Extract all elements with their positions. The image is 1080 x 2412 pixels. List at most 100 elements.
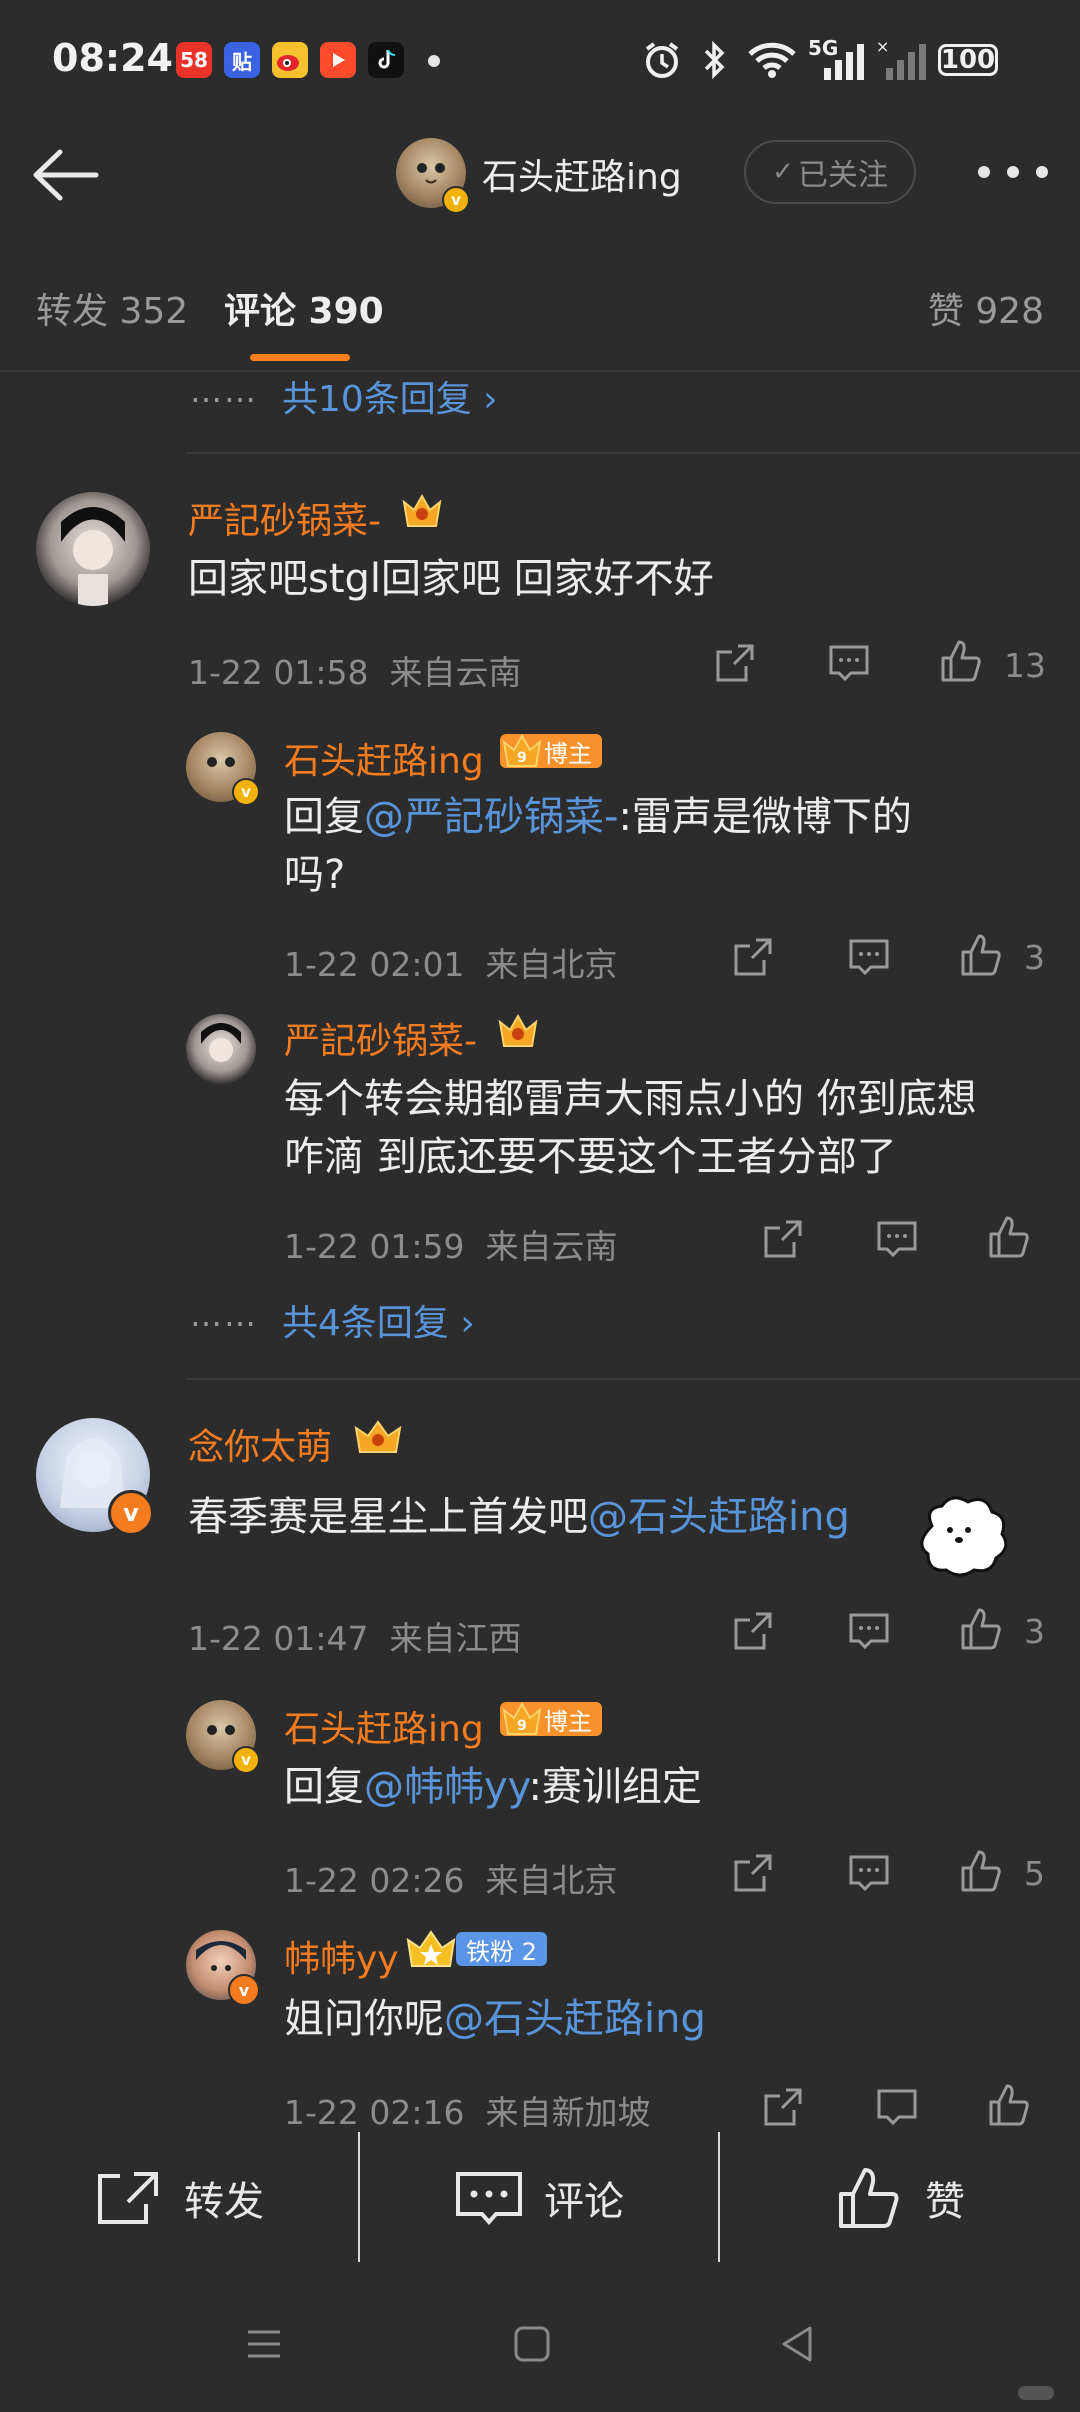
- comment-icon[interactable]: [874, 1216, 920, 1262]
- verified-badge-icon: v: [228, 1974, 260, 2006]
- header-title[interactable]: 石头赶路ing: [482, 148, 682, 200]
- share-icon[interactable]: [730, 934, 776, 980]
- 58-app-icon: 58: [176, 42, 212, 78]
- like-icon[interactable]: [958, 1606, 1004, 1652]
- svg-text:×: ×: [876, 38, 889, 56]
- like-icon[interactable]: [958, 932, 1004, 978]
- like-count: 13: [1004, 646, 1046, 685]
- svg-text:9: 9: [517, 1718, 527, 1734]
- like-button[interactable]: 赞: [720, 2128, 1080, 2268]
- reply-username[interactable]: 严記砂锅菜-: [284, 1012, 477, 1064]
- reply-time: 1-22 01:59 来自云南: [284, 1227, 618, 1266]
- blogger-badge: 9 博主: [500, 733, 602, 768]
- svg-text:9: 9: [517, 750, 527, 766]
- back-nav-icon[interactable]: [778, 2324, 818, 2364]
- battery-icon: 100: [938, 44, 998, 76]
- crown-badge-icon: [400, 490, 444, 530]
- back-button[interactable]: [28, 142, 108, 208]
- share-icon[interactable]: [730, 1850, 776, 1896]
- white-dog-sticker-icon: [920, 1496, 1008, 1577]
- mention-link[interactable]: @石头赶路ing: [444, 1996, 706, 2042]
- signal-5g-icon: 5G: [808, 36, 872, 84]
- comment-button[interactable]: 评论: [360, 2128, 718, 2268]
- reply-username[interactable]: 帏帏yy: [284, 1930, 399, 1982]
- comment-icon[interactable]: [846, 934, 892, 980]
- menu-nav-icon[interactable]: [244, 2324, 284, 2364]
- crown-badge-icon: [404, 1926, 458, 1970]
- crown-badge-icon: [496, 1010, 540, 1050]
- comment-text: 春季赛是星尘上首发吧@石头赶路ing: [188, 1494, 850, 1540]
- verified-badge-icon: v: [232, 1746, 260, 1774]
- active-tab-indicator: [250, 354, 350, 361]
- clipped-row: 1-22 02:16 来自新加坡: [0, 2080, 1080, 2128]
- alarm-icon: [640, 36, 684, 84]
- crown-badge-icon: 9: [502, 733, 542, 767]
- mention-link[interactable]: @石头赶路ing: [588, 1494, 850, 1540]
- mention-link[interactable]: @严記砂锅菜-: [364, 794, 618, 840]
- like-icon[interactable]: [938, 638, 984, 684]
- comment-avatar[interactable]: [36, 492, 150, 606]
- status-bar: 08:24 58 贴 5G × 100: [0, 0, 1080, 120]
- like-icon[interactable]: [986, 1214, 1032, 1260]
- tab-like[interactable]: 赞 928: [928, 282, 1044, 334]
- chevron-right-icon: ›: [460, 1303, 475, 1344]
- check-icon: ✓: [772, 157, 794, 187]
- crown-badge-icon: [352, 1416, 402, 1456]
- verified-badge-icon: v: [232, 778, 260, 806]
- home-nav-icon[interactable]: [512, 2324, 552, 2364]
- crown-badge-icon: 9: [502, 1701, 542, 1735]
- mention-link[interactable]: @帏帏yy: [364, 1764, 528, 1810]
- status-time: 08:24: [52, 36, 173, 80]
- more-dots: ……: [190, 372, 258, 410]
- comment-time: 1-22 01:47 来自江西: [188, 1619, 522, 1658]
- notification-dot-icon: [428, 55, 440, 67]
- iron-fan-badge: 铁粉 2: [456, 1932, 547, 1966]
- comment-icon[interactable]: [846, 1850, 892, 1896]
- more-replies-link[interactable]: 共10条回复 ›: [282, 370, 498, 422]
- comment-username[interactable]: 念你太萌: [188, 1418, 332, 1470]
- verified-badge-icon: v: [108, 1490, 154, 1536]
- like-icon[interactable]: [958, 1848, 1004, 1894]
- video-app-icon: [320, 42, 356, 78]
- comment-icon[interactable]: [874, 2084, 920, 2128]
- tiktok-app-icon: [368, 42, 404, 78]
- wifi-icon: [744, 36, 800, 84]
- chevron-right-icon: ›: [483, 379, 498, 420]
- like-icon[interactable]: [986, 2082, 1032, 2128]
- weibo-app-icon: [272, 42, 308, 78]
- share-icon[interactable]: [730, 1608, 776, 1654]
- tab-comment[interactable]: 评论 390: [224, 282, 384, 334]
- bluetooth-icon: [696, 36, 732, 84]
- signal-sim2-icon: ×: [876, 36, 928, 84]
- like-icon: [839, 2168, 899, 2228]
- comment-icon[interactable]: [826, 640, 872, 686]
- share-icon[interactable]: [760, 1216, 806, 1262]
- comment-time: 1-22 01:58 来自云南: [188, 653, 522, 692]
- like-count: 3: [1024, 1612, 1045, 1651]
- comment-icon[interactable]: [846, 1608, 892, 1654]
- reply-username[interactable]: 石头赶路ing: [284, 732, 484, 784]
- like-count: 5: [1024, 1854, 1045, 1893]
- reply-time: 1-22 02:16 来自新加坡: [284, 2093, 651, 2128]
- more-options-button[interactable]: [978, 152, 1048, 192]
- share-icon[interactable]: [760, 2084, 806, 2128]
- repost-button[interactable]: 转发: [0, 2128, 358, 2268]
- comment-icon: [456, 2172, 522, 2226]
- following-button[interactable]: ✓ 已关注: [744, 140, 916, 204]
- comment-text: 回家吧stgl回家吧 回家好不好: [188, 556, 714, 602]
- tab-repost[interactable]: 转发 352: [36, 282, 188, 334]
- comment-username[interactable]: 严記砂锅菜-: [188, 492, 381, 544]
- tieba-app-icon: 贴: [224, 42, 260, 78]
- blogger-badge: 9 博主: [500, 1701, 602, 1736]
- divider: [0, 370, 1080, 372]
- reply-text: 回复@帏帏yy:赛训组定: [284, 1764, 702, 1810]
- reply-text: 每个转会期都雷声大雨点小的 你到底想 咋滴 到底还要不要这个王者分部了: [284, 1076, 977, 1180]
- verified-badge-icon: v: [442, 186, 470, 214]
- reply-avatar[interactable]: [186, 1014, 256, 1084]
- back-arrow-icon: [33, 149, 99, 201]
- more-dots: ……: [190, 1296, 258, 1334]
- reply-username[interactable]: 石头赶路ing: [284, 1700, 484, 1752]
- gesture-indicator: [1018, 2386, 1054, 2400]
- more-replies-link[interactable]: 共4条回复 ›: [282, 1294, 475, 1346]
- share-icon[interactable]: [712, 640, 758, 686]
